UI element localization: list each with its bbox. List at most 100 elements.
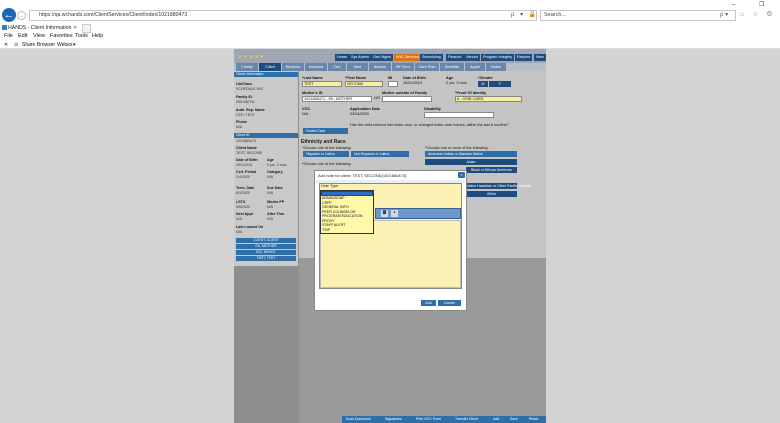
- add-link[interactable]: Add: [493, 417, 499, 421]
- topnav-reports[interactable]: Reports: [515, 54, 533, 61]
- mother-outside-field[interactable]: [382, 96, 432, 102]
- tab-services[interactable]: Services: [282, 63, 304, 71]
- last-name-field[interactable]: TEST: [302, 81, 342, 87]
- ethnicity-prompt: *Choose one of the following:: [302, 146, 352, 150]
- topnav-new[interactable]: New: [534, 54, 546, 61]
- lp-label: Weeks PP: [267, 200, 285, 204]
- family-member-button[interactable]: EDI, INFANT: [236, 250, 296, 255]
- search-input[interactable]: [540, 10, 736, 21]
- search-icon[interactable]: ρ ▾: [720, 11, 728, 18]
- last-name-label: *Last Name: [302, 76, 323, 80]
- family-member-button[interactable]: EK, MOTHER: [236, 244, 296, 249]
- ethnicity-not-hispanic[interactable]: Not Hispanic or Latino: [351, 151, 409, 157]
- tab-cert[interactable]: Cert: [328, 63, 346, 71]
- menu-edit[interactable]: Edit: [18, 33, 27, 39]
- save-link[interactable]: Save: [510, 417, 518, 421]
- tab-family[interactable]: Family: [236, 63, 258, 71]
- tab-benefits[interactable]: Benefits: [440, 63, 464, 71]
- proof-identity-select[interactable]: 6 - CRIB CARD: [455, 96, 522, 102]
- topnav-sys-admin[interactable]: Sys Admin: [349, 54, 371, 61]
- search-placeholder[interactable]: Search...: [544, 12, 566, 18]
- note-type-option[interactable]: CRFP: [322, 201, 332, 205]
- gender-label: *Gender: [478, 76, 493, 80]
- menu-view[interactable]: View: [33, 33, 45, 39]
- url-text[interactable]: https://qa.wchands.com/ClientServices/Cl…: [39, 12, 187, 18]
- mothers-id-select[interactable]: 1021836471 - EK, MOTHER: [302, 96, 372, 102]
- note-type-label: Note Type: [321, 184, 339, 188]
- tab-close-icon[interactable]: ✕: [73, 25, 77, 31]
- topnav-vendor[interactable]: Vendor: [464, 54, 481, 61]
- lp-label: Due Date: [267, 186, 283, 190]
- topnav-finance[interactable]: Finance: [446, 54, 464, 61]
- family-member-button[interactable]: CLIENT, CLIENT: [236, 238, 296, 243]
- note-type-option[interactable]: GENERAL INFO: [322, 205, 349, 209]
- menu-favorites[interactable]: Favorites: [50, 33, 73, 39]
- lp-label: Family ID: [236, 95, 252, 99]
- tab-notes[interactable]: Notes: [486, 63, 506, 71]
- topnav-program-integrity[interactable]: Program Integrity: [481, 54, 515, 61]
- chevron-down-icon[interactable]: ▾: [73, 42, 76, 48]
- client-info-header: Client Information: [234, 72, 298, 77]
- gender-option-m[interactable]: M: [478, 81, 488, 87]
- tab-med[interactable]: Med: [347, 63, 368, 71]
- lp-label: Client Name: [236, 146, 257, 150]
- transfer-client-link[interactable]: Transfer Client: [455, 417, 478, 421]
- race-white[interactable]: White: [466, 191, 517, 197]
- close-icon[interactable]: ×: [458, 172, 465, 178]
- note-type-option[interactable]: STAFF ALERT: [322, 223, 345, 227]
- mi-field[interactable]: [388, 81, 398, 87]
- favorite-share-browser[interactable]: Share Browser: [22, 42, 55, 48]
- tab-bf-serv[interactable]: BF Serv: [392, 63, 414, 71]
- voc-label: VOC: [302, 107, 311, 111]
- back-button[interactable]: ←: [2, 8, 16, 22]
- tab-appts[interactable]: Appts: [465, 63, 485, 71]
- reset-link[interactable]: Reset: [529, 417, 538, 421]
- lp-value: TEST, SECOND: [236, 151, 263, 155]
- first-name-field[interactable]: SECOND: [345, 81, 383, 87]
- bullet-list-icon[interactable]: •: [391, 210, 398, 217]
- note-type-option[interactable]: ADMIN/SOAP: [322, 196, 345, 200]
- race-native-hawaiian[interactable]: Native Hawaiian or Other Pacific Islande…: [466, 183, 532, 189]
- cancel-button[interactable]: Cancel: [438, 300, 461, 306]
- tab-access[interactable]: Access: [369, 63, 391, 71]
- add-button[interactable]: Add: [421, 300, 436, 306]
- ethnicity-hispanic[interactable]: Hispanic or Latino: [303, 151, 349, 157]
- foster-care-button[interactable]: Foster Care: [303, 128, 348, 134]
- note-type-option[interactable]: PROGRAM EDUCATION: [322, 214, 362, 218]
- topnav-gen-mgmt[interactable]: Gen Mgmt: [371, 54, 393, 61]
- scan-document-link[interactable]: Scan Document: [346, 417, 371, 421]
- lp-value: N/A: [236, 125, 242, 129]
- topnav-home[interactable]: Home: [335, 54, 350, 61]
- print-voc-link[interactable]: Print VOC Form: [416, 417, 441, 421]
- note-type-option[interactable]: PROXY: [322, 219, 335, 223]
- note-type-option[interactable]: PEER COUNSELOR: [322, 210, 356, 214]
- menu-tools[interactable]: Tools: [75, 33, 88, 39]
- lp-label: Age: [267, 158, 274, 162]
- align-center-icon[interactable]: ≣: [381, 210, 388, 217]
- race-black[interactable]: Black or African American: [466, 167, 517, 173]
- lp-value: 10/1/2019: [236, 163, 252, 167]
- new-tab-button[interactable]: [82, 24, 91, 33]
- topnav-wic-services[interactable]: WIC Services: [394, 54, 421, 61]
- first-name-label: *First Name: [345, 76, 367, 80]
- menu-file[interactable]: File: [4, 33, 13, 39]
- favorite-webex[interactable]: Webex: [57, 42, 72, 48]
- menu-help[interactable]: Help: [92, 33, 103, 39]
- note-type-option[interactable]: TSIP: [322, 228, 330, 232]
- disability-select[interactable]: [424, 112, 494, 118]
- or-text: OR: [374, 96, 380, 100]
- toolbar-icons[interactable]: ⌂ ☆ ⚙ ☺: [740, 10, 780, 18]
- tab-incomes[interactable]: Incomes: [305, 63, 327, 71]
- forward-button[interactable]: →: [17, 11, 26, 20]
- tab-title[interactable]: HANDS - Client Information: [8, 25, 71, 31]
- lp-value: N/A: [267, 205, 273, 209]
- family-member-button[interactable]: TEST, TEST: [236, 256, 296, 261]
- race-american-indian[interactable]: American Indian or Alaskan Native: [425, 151, 517, 157]
- gender-option-f[interactable]: F: [489, 81, 511, 87]
- signatures-link[interactable]: Signatures: [385, 417, 402, 421]
- tab-client[interactable]: Client: [259, 63, 281, 71]
- tab-care-plan[interactable]: Care Plan: [415, 63, 439, 71]
- topnav-scheduling[interactable]: Scheduling: [420, 54, 443, 61]
- race-asian[interactable]: Asian: [425, 159, 517, 165]
- close-favbar-icon[interactable]: ✕: [4, 42, 8, 48]
